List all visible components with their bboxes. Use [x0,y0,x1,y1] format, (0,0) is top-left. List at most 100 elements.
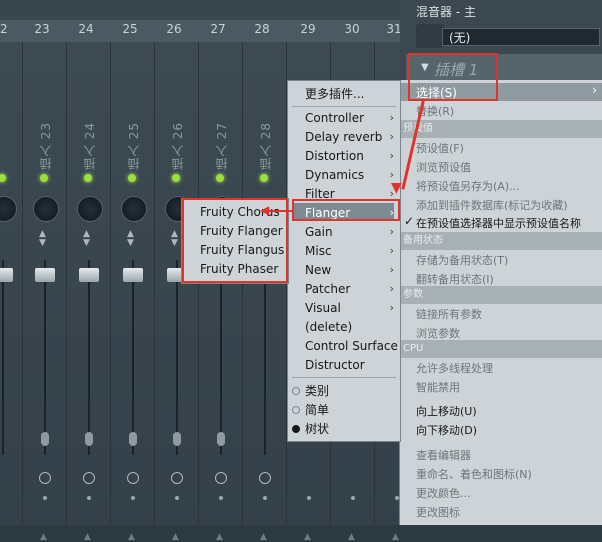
volume-fader[interactable] [79,268,99,282]
menu-item-rename[interactable]: 重命名、着色和图标(N) [416,466,532,482]
menu-item-dynamics[interactable]: Dynamics [305,168,364,182]
preset-select[interactable]: (无) [442,28,600,46]
pan-knob[interactable] [33,196,59,222]
fader-track [132,260,134,455]
triangle-icon[interactable]: ▲ [40,532,47,542]
triangle-icon[interactable]: ▲ [348,532,355,542]
chevron-right-icon: › [389,130,394,143]
routing-icon[interactable] [41,432,49,446]
section-header-cpu: CPU [400,340,602,358]
menu-item-patcher[interactable]: Patcher [305,282,350,296]
mixer-strip[interactable]: 插入 23 ▲ ▼ ▲ [22,42,67,542]
menu-item-view-simple[interactable]: 简单 [305,401,329,418]
arrows-icon[interactable]: ▲ ▼ [83,230,90,248]
menu-item-controller[interactable]: Controller [305,111,364,125]
radio-icon[interactable] [292,387,300,395]
triangle-icon[interactable]: ▲ [172,532,179,542]
clock-icon[interactable] [259,472,271,484]
menu-item-visual[interactable]: Visual [305,301,341,315]
arrows-icon[interactable]: ▲ ▼ [39,230,46,248]
mixer-strip[interactable]: 插入 25 ▲ ▼ ▲ [110,42,155,542]
volume-fader[interactable] [0,268,13,282]
insert-label: 插入 23 [39,122,53,171]
triangle-icon[interactable]: ▲ [128,532,135,542]
volume-fader[interactable] [123,268,143,282]
menu-item-move-down[interactable]: 向下移动(D) [416,422,477,438]
triangle-icon[interactable]: ▲ [392,532,399,542]
ruler-number: 26 [166,22,182,36]
pan-knob[interactable] [77,196,103,222]
menu-item-view-editor[interactable]: 查看编辑器 [416,447,471,463]
led-icon[interactable] [0,174,6,182]
arrows-icon[interactable]: ▲ ▼ [127,230,134,248]
dot-icon [43,496,47,500]
clock-icon[interactable] [39,472,51,484]
chevron-right-icon: › [389,282,394,295]
pan-knob[interactable] [121,196,147,222]
clock-icon[interactable] [83,472,95,484]
menu-item-view-tree[interactable]: 树状 [305,420,329,437]
radio-icon[interactable] [292,406,300,414]
pan-knob[interactable] [0,196,17,222]
clock-icon[interactable] [127,472,139,484]
dot-icon [307,496,311,500]
menu-separator [292,106,396,107]
menu-item-control-surface[interactable]: Control Surface [305,339,398,353]
arrow-head-icon: ▼ [391,180,402,196]
triangle-icon[interactable]: ▲ [216,532,223,542]
routing-icon[interactable] [85,432,93,446]
menu-item-browse-params[interactable]: 浏览参数 [416,325,460,341]
clock-icon[interactable] [171,472,183,484]
dot-icon [263,496,267,500]
routing-icon[interactable] [129,432,137,446]
led-icon[interactable] [128,174,136,182]
insert-label: 插入 26 [171,122,185,171]
menu-item-change-color[interactable]: 更改颜色... [416,485,471,501]
menu-item-view-category[interactable]: 类别 [305,382,329,399]
led-icon[interactable] [84,174,92,182]
insert-label: 插入 28 [259,122,273,171]
menu-item-gain[interactable]: Gain [305,225,333,239]
section-header-backup: 备用状态 [400,232,602,250]
dot-icon [175,496,179,500]
menu-item-browse-presets[interactable]: 浏览预设值 [416,159,471,175]
window-title: 混音器 - 主 [416,5,476,19]
menu-item-distortion[interactable]: Distortion [305,149,364,163]
volume-fader[interactable] [35,268,55,282]
radio-selected-icon[interactable] [292,425,300,433]
mixer-strip[interactable]: 插入 24 ▲ ▼ ▲ [66,42,111,542]
menu-item-move-up[interactable]: 向上移动(U) [416,403,477,419]
led-icon[interactable] [40,174,48,182]
menu-item-save-preset-as[interactable]: 将预设值另存为(A)... [416,178,520,194]
menu-item-delay-reverb[interactable]: Delay reverb [305,130,382,144]
menu-item-show-preset-name[interactable]: 在预设值选择器中显示预设值名称 [416,215,581,231]
menu-item-change-icon[interactable]: 更改图标 [416,504,460,520]
menu-item-multithread[interactable]: 允许多线程处理 [416,360,493,376]
speaker-icon[interactable] [416,24,444,48]
menu-item-add-to-database[interactable]: 添加到插件数据库(标记为收藏) [416,197,568,213]
dot-icon [131,496,135,500]
menu-item-smart-disable[interactable]: 智能禁用 [416,379,460,395]
triangle-icon[interactable]: ▲ [304,532,311,542]
menu-item-distructor[interactable]: Distructor [305,358,365,372]
led-icon[interactable] [216,174,224,182]
triangle-icon[interactable]: ▲ [84,532,91,542]
clock-icon[interactable] [215,472,227,484]
menu-item-more-plugins[interactable]: 更多插件... [305,85,364,102]
arrows-icon[interactable]: ▲ ▼ [171,230,178,248]
menu-item-presets[interactable]: 预设值(F) [416,140,464,156]
menu-item-flip-backup[interactable]: 翻转备用状态(I) [416,271,494,287]
menu-item-delete[interactable]: (delete) [305,320,352,334]
chevron-right-icon: › [389,244,394,257]
menu-item-new[interactable]: New [305,263,331,277]
menu-item-link-params[interactable]: 链接所有参数 [416,306,482,322]
fader-track [44,260,46,455]
ruler-number: 25 [122,22,138,36]
menu-item-store-backup[interactable]: 存储为备用状态(T) [416,252,508,268]
routing-icon[interactable] [173,432,181,446]
led-icon[interactable] [172,174,180,182]
menu-item-misc[interactable]: Misc [305,244,332,258]
led-icon[interactable] [260,174,268,182]
triangle-icon[interactable]: ▲ [260,532,267,542]
routing-icon[interactable] [217,432,225,446]
